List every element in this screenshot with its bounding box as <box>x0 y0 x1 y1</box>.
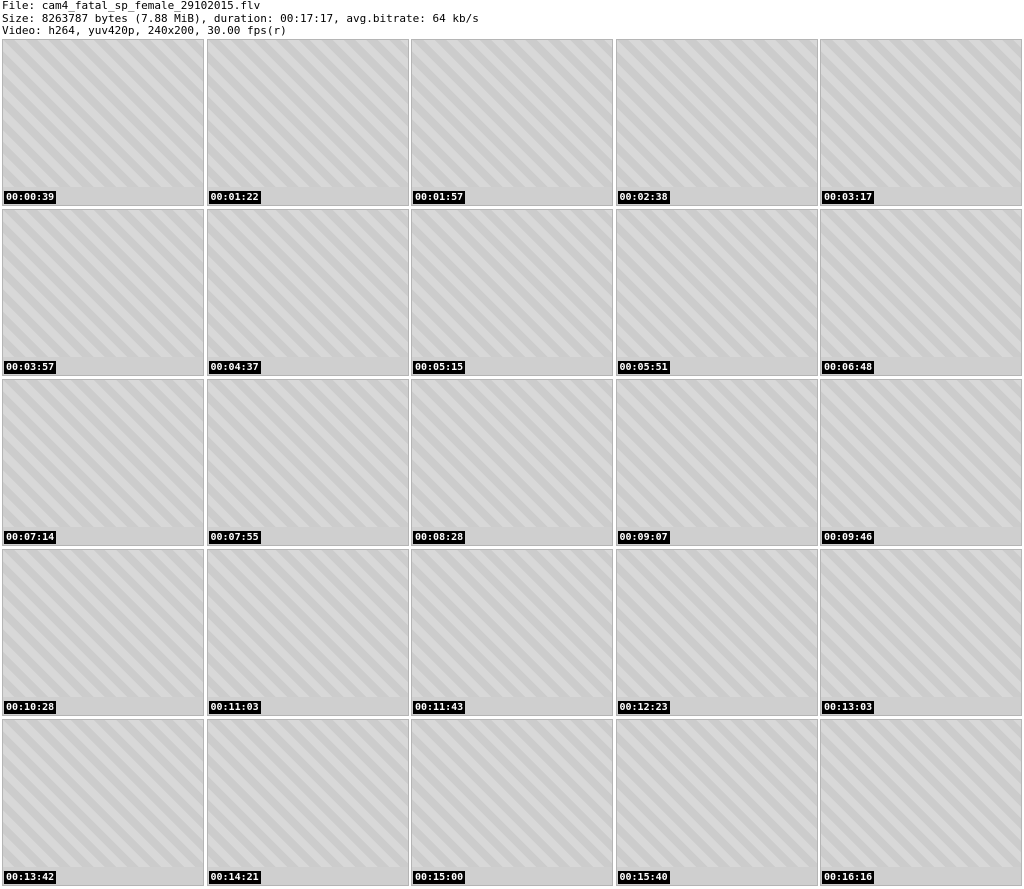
thumbnail-timestamp: 00:10:28 <box>4 701 57 714</box>
thumbnail-placeholder <box>412 720 612 867</box>
thumbnail-timestamp: 00:01:57 <box>413 191 466 204</box>
thumbnail-placeholder <box>412 40 612 187</box>
thumbnail-tile: 00:05:51 <box>615 209 818 376</box>
thumbnail-tile: 00:02:38 <box>615 39 818 206</box>
thumbnail-tile: 00:01:57 <box>411 39 613 206</box>
thumbnail-placeholder <box>616 550 817 697</box>
thumbnail-placeholder <box>207 380 408 527</box>
thumbnail-timestamp: 00:05:15 <box>413 361 466 374</box>
thumbnail-tile: 00:04:37 <box>206 209 409 376</box>
thumbnail-placeholder <box>821 720 1021 867</box>
thumbnail-timestamp: 00:08:28 <box>413 531 466 544</box>
thumbnail-placeholder <box>412 210 612 357</box>
thumbnail-placeholder <box>207 720 408 867</box>
thumbnail-timestamp: 00:11:03 <box>208 701 261 714</box>
thumbnail-placeholder <box>207 210 408 357</box>
thumbnail-tile: 00:07:55 <box>206 379 409 546</box>
thumbnail-placeholder <box>207 40 408 187</box>
thumbnail-placeholder <box>3 720 203 867</box>
thumbnail-tile: 00:10:28 <box>2 549 204 716</box>
thumbnail-placeholder <box>3 380 203 527</box>
thumbnail-timestamp: 00:02:38 <box>617 191 670 204</box>
thumbnail-timestamp: 00:13:03 <box>822 701 875 714</box>
thumbnail-tile: 00:00:39 <box>2 39 204 206</box>
thumbnail-placeholder <box>821 380 1021 527</box>
thumbnail-tile: 00:06:48 <box>820 209 1022 376</box>
thumbnail-placeholder <box>616 40 817 187</box>
thumbnail-tile: 00:13:42 <box>2 719 204 886</box>
thumbnail-tile: 00:05:15 <box>411 209 613 376</box>
video-info-line: Video: h264, yuv420p, 240x200, 30.00 fps… <box>2 25 287 37</box>
thumbnail-timestamp: 00:16:16 <box>822 871 875 884</box>
thumbnail-placeholder <box>412 550 612 697</box>
thumbnail-timestamp: 00:03:17 <box>822 191 875 204</box>
thumbnail-timestamp: 00:06:48 <box>822 361 875 374</box>
thumbnail-tile: 00:09:07 <box>615 379 818 546</box>
thumbnail-tile: 00:15:40 <box>615 719 818 886</box>
file-name-line: File: cam4_fatal_sp_female_29102015.flv <box>2 0 261 12</box>
thumbnail-tile: 00:16:16 <box>820 719 1022 886</box>
file-size-line: Size: 8263787 bytes (7.88 MiB), duration… <box>2 12 479 25</box>
thumbnail-placeholder <box>3 550 203 697</box>
thumbnail-tile: 00:11:03 <box>206 549 409 716</box>
thumbnail-timestamp: 00:07:55 <box>208 531 261 544</box>
thumbnail-timestamp: 00:09:07 <box>617 531 670 544</box>
thumbnail-placeholder <box>3 210 203 357</box>
thumbnail-placeholder <box>616 210 817 357</box>
thumbnail-tile: 00:15:00 <box>411 719 613 886</box>
thumbnail-tile: 00:03:57 <box>2 209 204 376</box>
thumbnail-placeholder <box>821 210 1021 357</box>
thumbnail-timestamp: 00:13:42 <box>4 871 57 884</box>
thumbnail-tile: 00:03:17 <box>820 39 1022 206</box>
thumbnail-timestamp: 00:01:22 <box>208 191 261 204</box>
thumbnail-tile: 00:14:21 <box>206 719 409 886</box>
thumbnail-timestamp: 00:05:51 <box>617 361 670 374</box>
file-info-header: File: cam4_fatal_sp_female_29102015.flv … <box>2 0 1022 38</box>
thumbnail-timestamp: 00:14:21 <box>208 871 261 884</box>
thumbnail-placeholder <box>207 550 408 697</box>
thumbnail-placeholder <box>821 40 1021 187</box>
thumbnail-timestamp: 00:11:43 <box>413 701 466 714</box>
thumbnail-timestamp: 00:12:23 <box>617 701 670 714</box>
thumbnail-tile: 00:08:28 <box>411 379 613 546</box>
thumbnail-placeholder <box>616 380 817 527</box>
thumbnail-timestamp: 00:15:00 <box>413 871 466 884</box>
thumbnail-placeholder <box>412 380 612 527</box>
thumbnail-timestamp: 00:07:14 <box>4 531 57 544</box>
thumbnail-tile: 00:01:22 <box>206 39 409 206</box>
thumbnail-tile: 00:07:14 <box>2 379 204 546</box>
thumbnail-timestamp: 00:09:46 <box>822 531 875 544</box>
thumbnail-timestamp: 00:15:40 <box>617 871 670 884</box>
thumbnail-placeholder <box>3 40 203 187</box>
thumbnail-placeholder <box>616 720 817 867</box>
thumbnail-grid: 00:00:39 00:01:22 00:01:57 00:02:38 00:03:17… <box>2 39 1022 887</box>
thumbnail-timestamp: 00:03:57 <box>4 361 57 374</box>
thumbnail-tile: 00:09:46 <box>820 379 1022 546</box>
thumbnail-tile: 00:11:43 <box>411 549 613 716</box>
thumbnail-placeholder <box>821 550 1021 697</box>
thumbnail-tile: 00:12:23 <box>615 549 818 716</box>
thumbnail-timestamp: 00:04:37 <box>208 361 261 374</box>
thumbnail-tile: 00:13:03 <box>820 549 1022 716</box>
thumbnail-timestamp: 00:00:39 <box>4 191 57 204</box>
